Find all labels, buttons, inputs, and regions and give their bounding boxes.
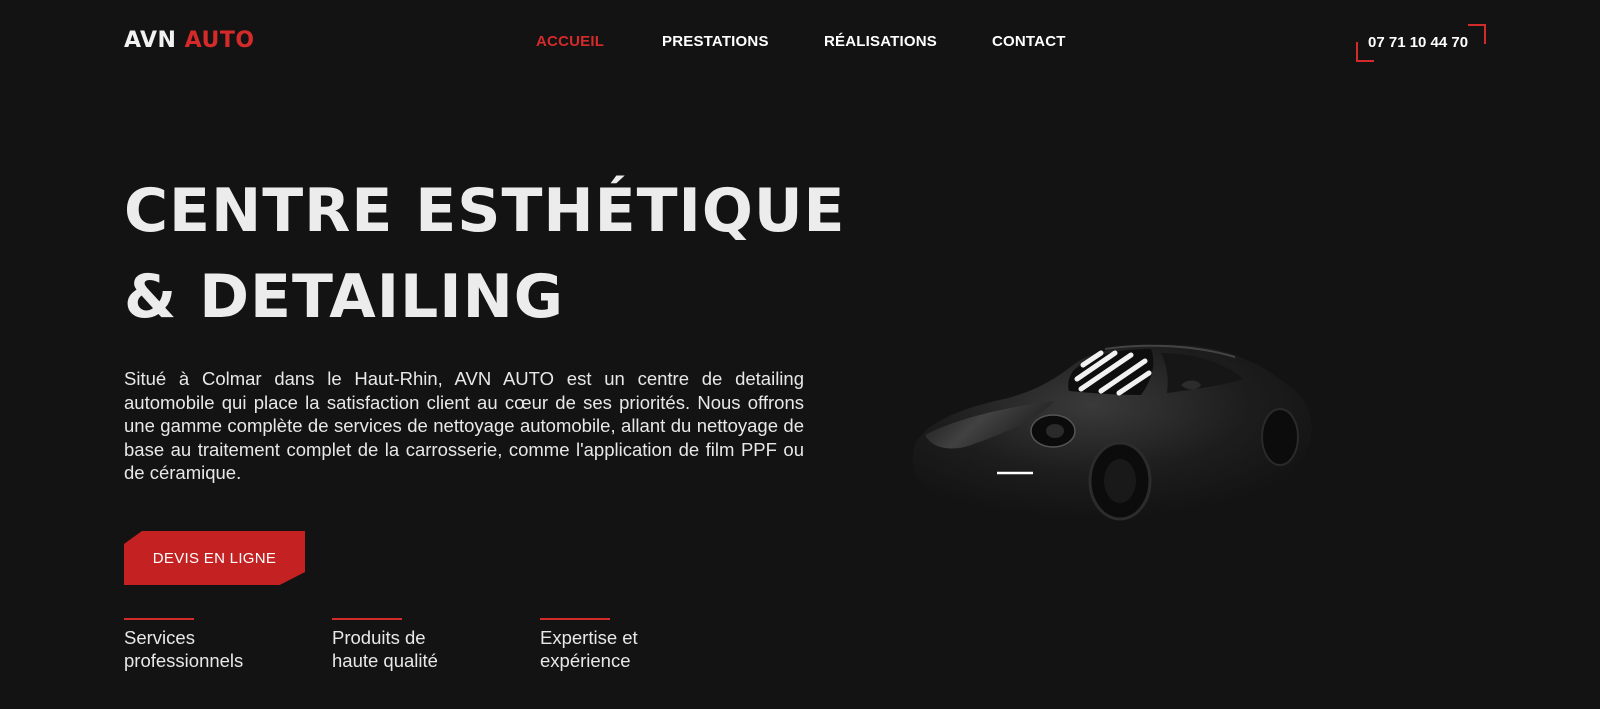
feature-item: Expertise et expérience (540, 618, 720, 672)
phone-link[interactable]: 07 71 10 44 70 (1356, 24, 1486, 62)
feature-label-line-2: professionnels (124, 650, 244, 671)
nav-link-accueil[interactable]: ACCUEIL (536, 33, 604, 50)
nav-link-contact[interactable]: CONTACT (992, 33, 1066, 50)
hero-description: Situé à Colmar dans le Haut-Rhin, AVN AU… (124, 368, 804, 483)
feature-item: Produits de haute qualité (332, 618, 512, 672)
feature-accent-bar (124, 618, 194, 620)
nav-link-realisations[interactable]: RÉALISATIONS (824, 33, 937, 50)
phone-number: 07 71 10 44 70 (1368, 34, 1469, 51)
feature-label-line-1: Services (124, 627, 195, 648)
feature-accent-bar (540, 618, 610, 620)
feature-accent-bar (332, 618, 402, 620)
feature-item: Services professionnels (124, 618, 304, 672)
phone-frame-corner-top (1468, 24, 1486, 44)
sports-car-image (912, 344, 1312, 521)
feature-label-line-1: Expertise et (540, 627, 638, 648)
hero-title-line-2: & DETAILING (124, 262, 565, 332)
hero-title-line-1: CENTRE ESTHÉTIQUE (124, 176, 846, 246)
feature-label-line-2: expérience (540, 650, 631, 671)
feature-label-line-1: Produits de (332, 627, 426, 648)
feature-label-line-2: haute qualité (332, 650, 438, 671)
hero-title: CENTRE ESTHÉTIQUE & DETAILING (124, 168, 846, 340)
online-quote-button[interactable]: DEVIS EN LIGNE (124, 531, 305, 585)
nav-link-prestations[interactable]: PRESTATIONS (662, 33, 769, 50)
